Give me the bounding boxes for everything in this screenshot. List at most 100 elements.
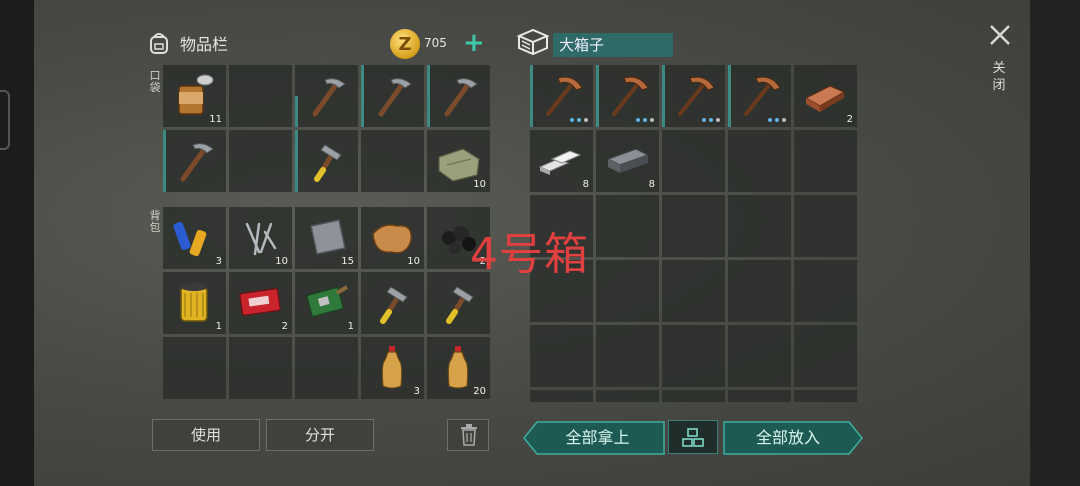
backpack-slot[interactable]: 1	[163, 272, 226, 334]
copper-pickaxe-icon	[678, 76, 715, 116]
coupon-icon	[239, 288, 281, 316]
box-slot[interactable]	[728, 390, 791, 402]
box-slot[interactable]	[596, 260, 659, 322]
box-slot[interactable]	[596, 195, 659, 257]
pocket-slot[interactable]: 10	[427, 130, 490, 192]
box-slot[interactable]	[596, 390, 659, 402]
add-coins-button[interactable]: +	[463, 28, 485, 58]
item-quantity: 20	[473, 386, 486, 397]
pocket-slot[interactable]	[427, 65, 490, 127]
box-slot[interactable]	[794, 325, 857, 387]
pocket-slot[interactable]	[229, 65, 292, 127]
use-button[interactable]: 使用	[152, 419, 260, 451]
sort-button[interactable]	[668, 420, 718, 454]
backpack-slot[interactable]	[163, 337, 226, 399]
pocket-slot[interactable]	[361, 65, 424, 127]
box-slot[interactable]	[530, 390, 593, 402]
backpack-slot[interactable]	[295, 337, 358, 399]
box-title: 大箱子	[553, 33, 673, 57]
box-slot[interactable]	[728, 195, 791, 257]
box-slot[interactable]: 8	[596, 130, 659, 192]
pocket-slot[interactable]	[361, 130, 424, 192]
pickaxe-icon	[312, 78, 346, 117]
item-quantity: 3	[413, 386, 420, 397]
box-slot[interactable]	[794, 390, 857, 402]
backpack-slot[interactable]: 10	[361, 207, 424, 269]
circuit-board-icon	[305, 285, 349, 318]
inventory-header: 物品栏	[146, 30, 228, 56]
backpack-slot[interactable]: 1	[295, 272, 358, 334]
box-slot[interactable]	[662, 325, 725, 387]
take-all-button[interactable]: 全部拿上	[530, 422, 665, 454]
pocket-slot[interactable]	[163, 130, 226, 192]
item-quantity: 11	[209, 114, 222, 125]
box-slot[interactable]	[728, 260, 791, 322]
notch	[0, 90, 10, 150]
durability-dots	[570, 118, 588, 122]
backpack-icon	[150, 33, 168, 54]
item-quantity: 15	[341, 256, 354, 267]
box-slot[interactable]	[728, 130, 791, 192]
pocket-slot[interactable]: 11	[163, 65, 226, 127]
backpack-slot[interactable]: 15	[295, 207, 358, 269]
backpack-slot[interactable]: 10	[229, 207, 292, 269]
durability-dots	[702, 118, 720, 122]
backpack-slot[interactable]	[229, 337, 292, 399]
item-quantity: 8	[648, 179, 655, 190]
game-screen: 物品栏 Z 705 + 大箱子 关闭 口袋 背包 11 10 3 10 15 10 2 1 2…	[0, 0, 1080, 486]
oil-filter-icon	[180, 283, 208, 322]
box-slot[interactable]: 2	[794, 65, 857, 127]
item-quantity: 3	[215, 256, 222, 267]
nails-icon	[245, 222, 277, 256]
box-slot[interactable]	[728, 325, 791, 387]
box-slot[interactable]	[794, 195, 857, 257]
box-slot[interactable]	[662, 195, 725, 257]
box-slot[interactable]	[530, 65, 593, 127]
coin-count: 705	[424, 36, 447, 50]
box-slot[interactable]	[662, 130, 725, 192]
backpack-slot[interactable]	[361, 272, 424, 334]
box-slot[interactable]: 8	[530, 130, 593, 192]
device-bezel-left	[0, 0, 34, 486]
box-slot[interactable]	[596, 325, 659, 387]
iron-ingot-icon	[606, 148, 650, 173]
inventory-title: 物品栏	[180, 35, 229, 54]
backpack-slot[interactable]: 3	[163, 207, 226, 269]
grid-sort-icon	[682, 428, 704, 447]
item-quantity: 10	[275, 256, 288, 267]
backpack-label: 背包	[149, 209, 161, 234]
item-quantity: 10	[473, 179, 486, 190]
metal-plate-icon	[310, 219, 346, 255]
item-quantity: 10	[407, 256, 420, 267]
box-slot[interactable]	[794, 260, 857, 322]
box-slot[interactable]	[662, 390, 725, 402]
pocket-label: 口袋	[149, 69, 161, 94]
close-icon[interactable]	[987, 22, 1013, 48]
pocket-slot[interactable]	[295, 130, 358, 192]
item-quantity: 1	[215, 321, 222, 332]
put-all-button[interactable]: 全部放入	[723, 422, 853, 454]
item-quantity: 1	[347, 321, 354, 332]
bottle-icon	[447, 346, 469, 389]
box-slot[interactable]	[728, 65, 791, 127]
backpack-slot[interactable]: 20	[427, 337, 490, 399]
box-slot[interactable]	[794, 130, 857, 192]
split-button[interactable]: 分开	[266, 419, 374, 451]
pocket-slot[interactable]	[229, 130, 292, 192]
durability-dots	[768, 118, 786, 122]
silver-ingots-icon	[538, 150, 582, 175]
trash-button[interactable]	[447, 419, 489, 451]
backpack-slot[interactable]: 2	[229, 272, 292, 334]
close-label[interactable]: 关闭	[989, 60, 1009, 94]
box-slot[interactable]	[662, 65, 725, 127]
hammer-icon	[380, 286, 408, 324]
pocket-slot[interactable]	[295, 65, 358, 127]
backpack-grid: 3 10 15 10 2 1 2 1 3 20	[163, 207, 490, 399]
pickaxe-icon	[180, 143, 214, 182]
bottle-icon	[381, 346, 403, 389]
box-slot[interactable]	[530, 325, 593, 387]
box-slot[interactable]	[596, 65, 659, 127]
item-quantity: 8	[582, 179, 589, 190]
backpack-slot[interactable]: 3	[361, 337, 424, 399]
box-slot[interactable]	[662, 260, 725, 322]
